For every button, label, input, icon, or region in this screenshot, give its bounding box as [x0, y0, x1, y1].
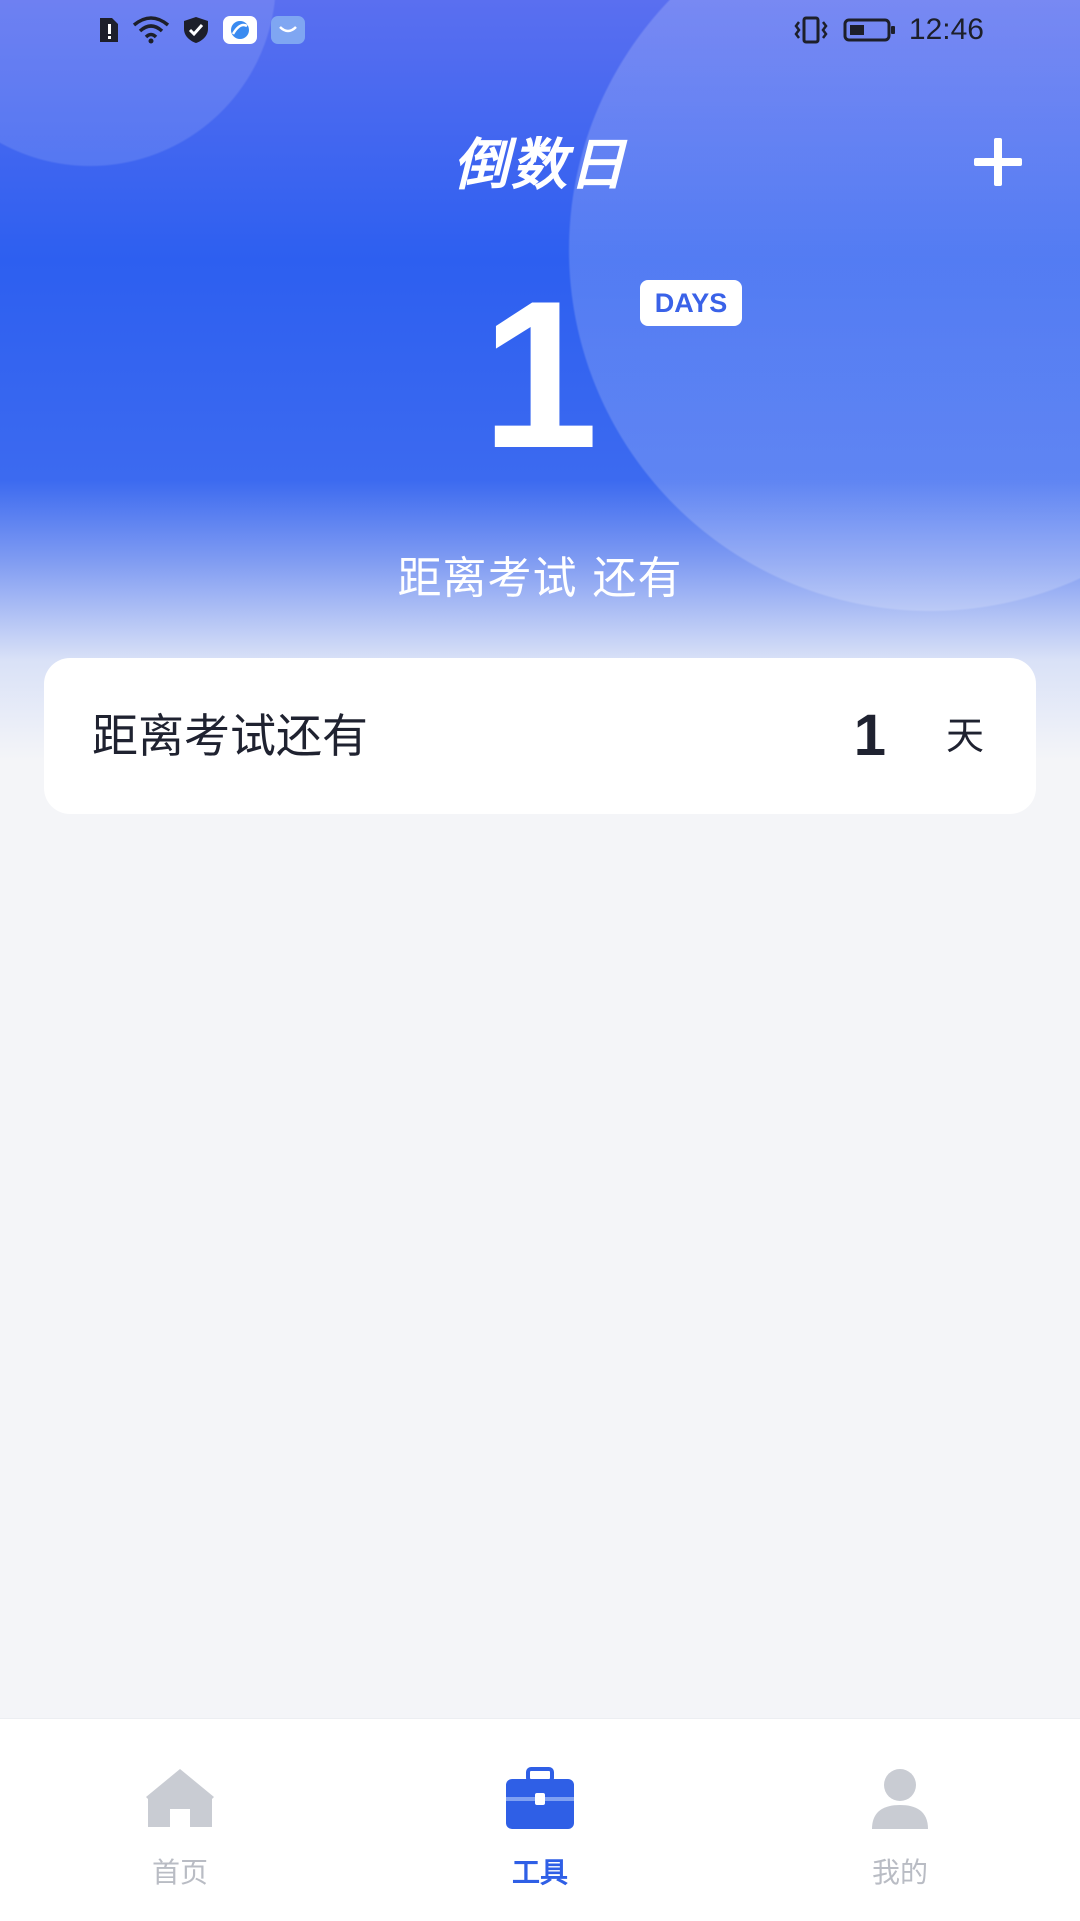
bottom-tab-bar: 首页 工具 我的: [0, 1718, 1080, 1921]
status-left-icons: [96, 14, 306, 46]
app-browser-icon: [223, 16, 257, 44]
tab-profile[interactable]: 我的: [720, 1719, 1080, 1921]
countdown-card-count: 1: [853, 703, 886, 768]
status-right-icons: 12:46: [791, 13, 984, 46]
wifi-icon: [132, 16, 170, 44]
shield-icon: [184, 17, 208, 43]
battery-icon: [843, 18, 895, 42]
countdown-card-label: 距离考试还有: [92, 709, 368, 763]
countdown-card[interactable]: 距离考试还有 1 天: [44, 658, 1036, 814]
toolbox-icon: [506, 1767, 574, 1829]
tab-profile-label: 我的: [871, 1856, 928, 1889]
page-title: 倒数日: [453, 133, 627, 198]
tab-home[interactable]: 首页: [0, 1719, 360, 1921]
sim-alert-icon: [100, 18, 118, 42]
hero-days-count: 1: [481, 257, 599, 492]
tab-home-label: 首页: [151, 1856, 208, 1889]
add-countdown-button[interactable]: [966, 130, 1030, 194]
hero-subtitle: 距离考试 还有: [397, 553, 683, 604]
status-bar: 12:46: [0, 0, 1080, 60]
plus-icon: [974, 138, 1022, 186]
home-icon: [146, 1769, 214, 1827]
tab-tools[interactable]: 工具: [360, 1719, 720, 1921]
tab-tools-label: 工具: [511, 1856, 568, 1889]
app-notification-icon: [271, 16, 305, 44]
days-badge: DAYS: [640, 280, 742, 326]
status-time: 12:46: [908, 13, 984, 46]
vibrate-icon: [794, 16, 828, 44]
countdown-card-unit: 天: [945, 714, 984, 758]
user-icon: [872, 1769, 928, 1829]
